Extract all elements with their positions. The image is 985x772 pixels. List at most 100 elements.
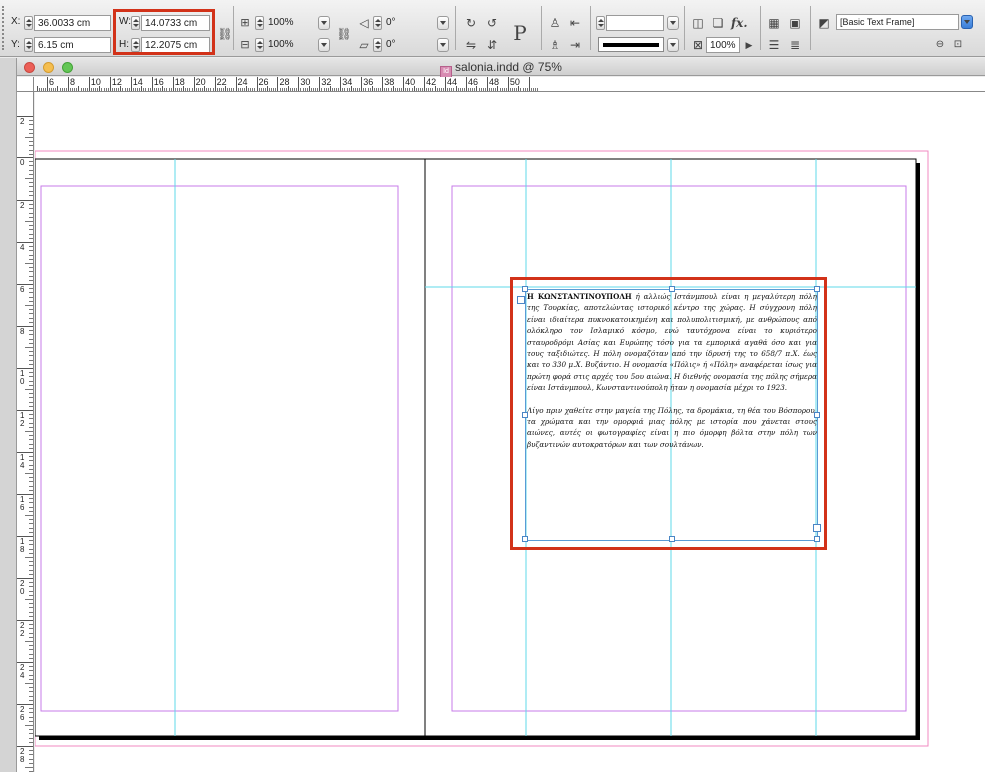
scale-x-dropdown[interactable] [318,16,330,30]
ruler-minor-tick [29,186,33,188]
constrain-proportions-icon[interactable]: ⛓ [217,26,233,42]
scale-x-field[interactable]: 100% [265,15,315,31]
x-stepper[interactable] [24,16,33,30]
ruler-minor-tick [514,88,516,91]
horizontal-ruler[interactable]: 6 8 10 12 14 16 18 20 22 24 26 28 30 32 34 36 38 40 42 44 46… [17,77,985,92]
ruler-label: 2 4 [20,663,25,680]
ruler-minor-tick [237,88,239,91]
effects-fx-icon[interactable]: fx. [731,15,748,31]
ruler-minor-tick [29,624,33,626]
clear-overrides-icon[interactable]: ⊖ [932,37,948,53]
ruler-minor-tick [480,88,482,91]
stroke-weight-field[interactable] [606,15,664,31]
ruler-minor-tick [29,194,33,196]
ruler-minor-tick [29,527,33,529]
ruler-minor-tick [369,88,371,91]
constrain-scale-icon[interactable]: ⛓ [336,26,352,42]
ruler-minor-tick [365,88,367,91]
ruler-minor-tick [29,317,33,319]
scale-y-stepper[interactable] [255,38,264,52]
shear-field[interactable]: 0° [383,37,433,53]
object-style-dropdown[interactable] [961,15,973,29]
ruler-minor-tick [74,88,76,91]
ruler-label: 22 [216,77,227,87]
ruler-label: 14 [132,77,143,87]
ruler-minor-tick [29,359,33,361]
object-style-field[interactable]: [Basic Text Frame] [836,14,959,30]
scale-y-dropdown[interactable] [318,38,330,52]
rotate-cw-icon[interactable]: ↻ [463,15,479,31]
ruler-minor-tick [530,88,532,91]
ruler-minor-tick [537,88,539,91]
ruler-minor-tick [29,342,33,344]
separator [455,6,456,50]
ruler-label: 1 0 [20,369,25,386]
ruler-label: 32 [321,77,332,87]
ruler-minor-tick [29,397,33,399]
ruler-minor-tick [378,88,379,91]
stroke-weight-stepper[interactable] [596,16,605,30]
ruler-minor-tick [520,88,522,91]
ruler-minor-tick [315,88,317,91]
fill-swatch-icon[interactable]: ◫ [690,15,706,31]
align-center-icon[interactable]: ≣ [787,37,803,53]
align-top-icon[interactable]: ☰ [766,37,782,53]
ruler-minor-tick [390,88,392,91]
panel-grip[interactable] [2,6,8,50]
ruler-minor-tick [484,88,486,91]
select-next-icon[interactable]: ⇥ [567,37,583,53]
opacity-field[interactable]: 100% [706,37,740,53]
ruler-minor-tick [325,88,327,91]
ruler-minor-tick [264,88,266,91]
flip-vertical-icon[interactable]: ⇵ [484,37,500,53]
ruler-minor-tick [306,88,308,91]
ruler-label: 40 [405,77,416,87]
y-field[interactable]: 6.15 cm [34,37,111,53]
shear-dropdown[interactable] [437,38,449,52]
select-container-icon[interactable]: ♙ [547,15,563,31]
ruler-minor-tick [411,88,413,91]
document-title-bar[interactable]: Id salonia.indd @ 75% [17,58,985,78]
select-previous-icon[interactable]: ⇤ [567,15,583,31]
ruler-label: 1 6 [20,495,25,512]
stroke-swatch-icon[interactable]: ❏ [710,15,726,31]
ruler-origin-corner[interactable] [17,77,34,92]
stroke-type-dropdown[interactable] [667,38,679,52]
vertical-ruler[interactable]: 2 0 2 4 6 8 1 0 1 2 1 4 1 6 1 8 2 0 2 2 2 4 2 6 2 8 [17,92,34,772]
ruler-minor-tick [29,321,33,323]
ruler-minor-tick [405,88,407,91]
text-frame-columns-icon[interactable]: ▦ [766,15,782,31]
stroke-weight-dropdown[interactable] [667,16,679,30]
ruler-minor-tick [124,88,126,91]
ruler-minor-tick [29,258,33,260]
ruler-minor-tick [29,237,33,239]
opacity-menu-icon[interactable]: ▶ [741,37,757,53]
ruler-minor-tick [61,88,63,91]
ruler-minor-tick [524,88,526,91]
flip-horizontal-icon[interactable]: ⇋ [463,37,479,53]
ruler-minor-tick [29,649,33,651]
tools-panel-edge [0,58,17,772]
ruler-minor-tick [29,380,33,382]
y-stepper[interactable] [24,38,33,52]
reference-point-p-icon[interactable]: P [507,20,533,46]
stroke-type-swatch[interactable] [598,37,664,52]
ruler-minor-tick [285,88,287,91]
rotate-dropdown[interactable] [437,16,449,30]
rotate-stepper[interactable] [373,16,382,30]
ruler-minor-tick [25,557,33,558]
ruler-minor-tick [139,88,141,91]
select-content-icon[interactable]: ♗ [547,37,563,53]
redefine-style-icon[interactable]: ⊡ [950,37,966,53]
rotate-field[interactable]: 0° [383,15,433,31]
rotate-ccw-icon[interactable]: ↺ [484,15,500,31]
ruler-label: 12 [111,77,122,87]
text-frame-inset-icon[interactable]: ▣ [787,15,803,31]
scale-x-stepper[interactable] [255,16,264,30]
scale-y-field[interactable]: 100% [265,37,315,53]
x-field[interactable]: 36.0033 cm [34,15,111,31]
ruler-label: 2 2 [20,621,25,638]
shear-stepper[interactable] [373,38,382,52]
ruler-minor-tick [262,88,264,91]
ruler-minor-tick [206,88,208,91]
